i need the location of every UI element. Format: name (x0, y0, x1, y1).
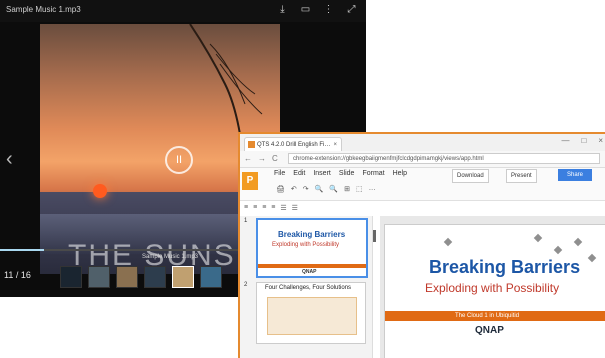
playlist-thumbnail[interactable] (144, 266, 166, 288)
more-tools-icon[interactable]: … (369, 185, 376, 193)
menu-format[interactable]: Format (362, 170, 384, 177)
undo-icon[interactable]: ↶ (291, 185, 297, 193)
select-icon[interactable]: ⬚ (356, 185, 363, 193)
current-slide[interactable]: Breaking Barriers Exploding with Possibi… (384, 224, 605, 358)
cast-icon[interactable]: ▭ (299, 3, 312, 16)
print-icon[interactable]: 🖨 (276, 185, 285, 193)
slide-number: 2 (244, 282, 248, 288)
align-right-icon[interactable]: ≡ (262, 204, 266, 212)
playlist-thumbnail[interactable] (60, 266, 82, 288)
menu-bar: File Edit Insert Slide Format Help (274, 170, 407, 177)
thumb-title: Four Challenges, Four Solutions (265, 285, 352, 291)
thumb-subtitle: Exploding with Possibility (272, 242, 340, 248)
menu-edit[interactable]: Edit (293, 170, 305, 177)
zoom-out-icon[interactable]: 🔍 (329, 185, 338, 193)
playlist-thumbnail[interactable] (172, 266, 194, 288)
tab-close-icon[interactable]: × (333, 138, 337, 152)
thumb-brand: QNAP (302, 269, 317, 275)
download-label: Download (457, 173, 484, 179)
slide-canvas: Breaking Barriers Exploding with Possibi… (380, 216, 605, 358)
navigation-buttons: ← → C (244, 154, 278, 163)
slide-brand-logo: QNAP (475, 325, 504, 336)
menu-insert[interactable]: Insert (313, 170, 331, 177)
fullscreen-icon[interactable]: ⤢ (345, 3, 358, 16)
align-justify-icon[interactable]: ≡ (271, 204, 275, 212)
download-icon[interactable]: ⤓ (276, 3, 289, 16)
zoom-in-icon[interactable]: 🔍 (315, 185, 324, 193)
menu-slide[interactable]: Slide (339, 170, 355, 177)
thumb-title: Breaking Barriers (278, 230, 346, 239)
slide-thumbnail-2[interactable]: Four Challenges, Four Solutions (256, 282, 366, 344)
browser-tab[interactable]: QTS 4.2.0 Drill English Fi… × (244, 137, 342, 151)
tab-title: QTS 4.2.0 Drill English Fi… (257, 142, 331, 148)
alignment-toolbar: ≡ ≡ ≡ ≡ ☰ ☰ (244, 204, 298, 212)
slide-bar-text: The Cloud 1 in Ubiquitid (455, 313, 520, 319)
slide-filmstrip: 1 Breaking Barriers Exploding with Possi… (240, 216, 373, 358)
formatting-toolbar: 🖨 ↶ ↷ 🔍 🔍 ⊞ ⬚ … (276, 185, 376, 193)
url-field[interactable]: chrome-extension://gbkeegbaiigmenfmjfclc… (288, 153, 600, 164)
document-toolbar: P File Edit Insert Slide Format Help Dow… (240, 168, 605, 201)
maximize-icon[interactable]: □ (581, 136, 586, 145)
thumb-accent-bar (258, 264, 366, 268)
player-top-bar: Sample Music 1.mp3 ⤓ ▭ ⋮ ⤢ (0, 0, 366, 22)
playlist-thumbnail[interactable] (116, 266, 138, 288)
reload-icon[interactable]: C (272, 154, 278, 163)
presentation-favicon-icon (248, 141, 255, 148)
splash-shape (533, 233, 543, 243)
now-playing-label: Sample Music 1.mp3 (142, 254, 199, 260)
playlist-thumbnail[interactable] (88, 266, 110, 288)
close-window-icon[interactable]: × (598, 136, 603, 145)
forward-icon[interactable]: → (258, 154, 266, 163)
slide-title: Breaking Barriers (429, 257, 581, 277)
playlist-thumbnails (60, 266, 222, 288)
splash-shape (587, 253, 597, 263)
slide-subtitle: Exploding with Possibility (425, 281, 560, 295)
play-pause-button[interactable]: II (165, 146, 193, 174)
indent-icon[interactable]: ☰ (292, 204, 298, 212)
tab-bar: QTS 4.2.0 Drill English Fi… × — □ × (240, 134, 605, 151)
fit-icon[interactable]: ⊞ (344, 185, 350, 193)
menu-file[interactable]: File (274, 170, 285, 177)
back-icon[interactable]: ← (244, 154, 252, 163)
splash-shape (553, 245, 563, 255)
slide-thumbnail-1[interactable]: Breaking Barriers Exploding with Possibi… (256, 218, 368, 278)
player-toolbar-icons: ⤓ ▭ ⋮ ⤢ (276, 3, 358, 16)
menu-help[interactable]: Help (393, 170, 407, 177)
slides-app-logo: P (242, 172, 258, 190)
window-controls: — □ × (561, 136, 603, 145)
address-bar-row: ← → C chrome-extension://gbkeegbaiigmenf… (240, 151, 605, 168)
slide-number: 1 (244, 218, 248, 224)
track-counter: 11 / 16 (4, 270, 31, 280)
playlist-thumbnail[interactable] (200, 266, 222, 288)
splash-shape (443, 237, 453, 247)
list-icon[interactable]: ☰ (280, 204, 286, 212)
more-icon[interactable]: ⋮ (322, 3, 335, 16)
share-button[interactable]: Share (558, 169, 592, 181)
player-track-title: Sample Music 1.mp3 (6, 5, 81, 14)
align-left-icon[interactable]: ≡ (244, 204, 248, 212)
panel-resize-handle[interactable] (373, 230, 376, 242)
thumb-diagram (267, 297, 357, 335)
download-button[interactable]: Download (452, 169, 489, 183)
present-label: Present (511, 173, 532, 179)
seek-progress (0, 249, 44, 251)
browser-window: QTS 4.2.0 Drill English Fi… × — □ × ← → … (238, 132, 605, 358)
align-center-icon[interactable]: ≡ (253, 204, 257, 212)
previous-arrow-icon[interactable]: ‹ (6, 148, 13, 171)
redo-icon[interactable]: ↷ (303, 185, 309, 193)
splash-shape (573, 237, 583, 247)
minimize-icon[interactable]: — (561, 136, 569, 145)
present-button[interactable]: Present (506, 169, 537, 183)
